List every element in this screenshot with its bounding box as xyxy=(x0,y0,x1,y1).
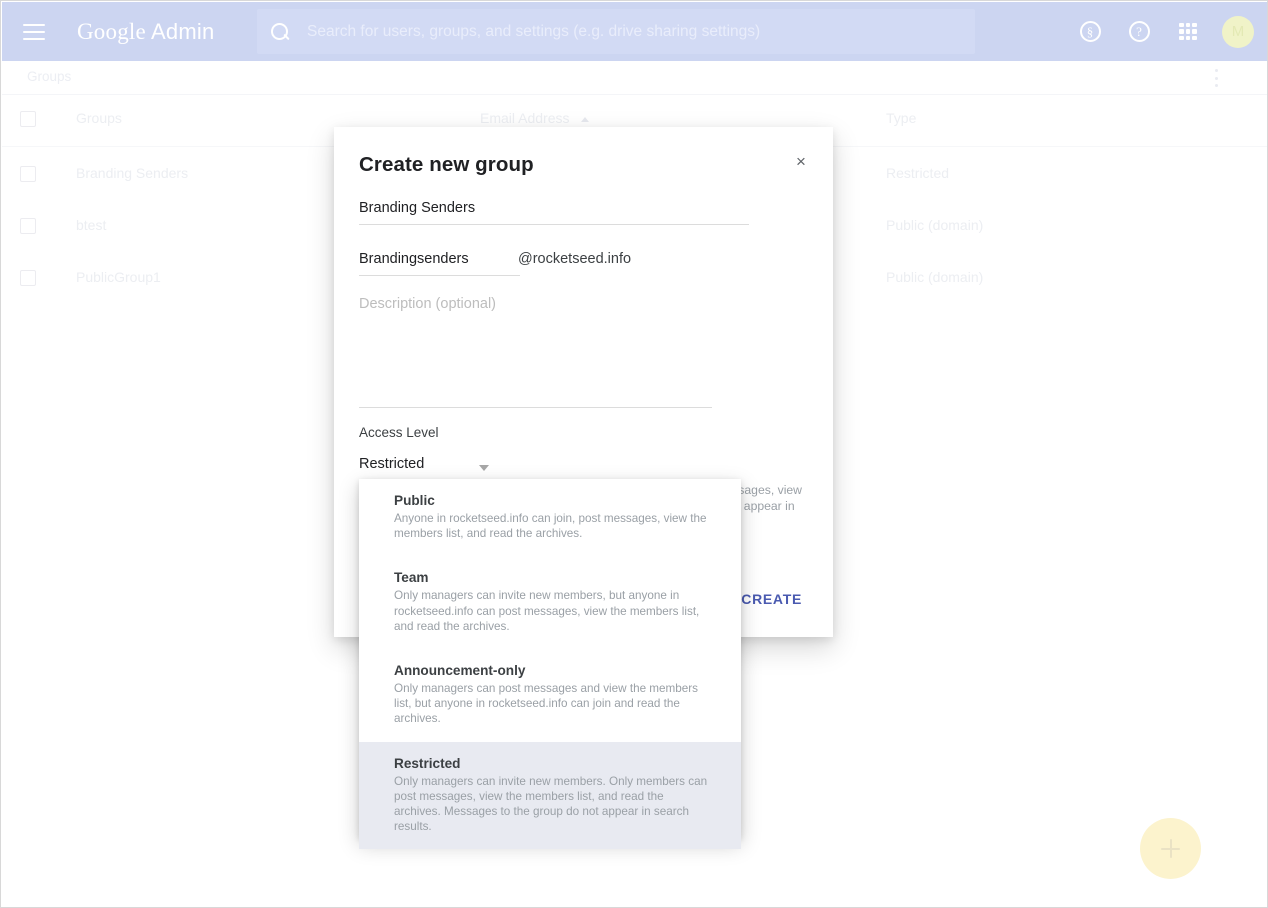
dropdown-option-restricted[interactable]: Restricted Only managers can invite new … xyxy=(359,741,741,850)
avatar[interactable]: M xyxy=(1222,15,1254,48)
group-name-value: Branding Senders xyxy=(359,200,476,216)
group-name-field[interactable]: Branding Senders xyxy=(359,196,749,225)
brand-admin-text: Admin xyxy=(151,18,215,44)
kebab-menu-icon[interactable] xyxy=(1208,69,1224,87)
access-level-select[interactable]: Restricted xyxy=(359,454,503,481)
help-glyph: ? xyxy=(1128,21,1150,42)
dropdown-option-public[interactable]: Public Anyone in rocketseed.info can joi… xyxy=(359,479,741,556)
option-description: Only managers can invite new members, bu… xyxy=(394,589,700,633)
breadcrumb-bar: Groups xyxy=(2,61,1267,95)
row-checkbox[interactable] xyxy=(20,166,36,182)
brand-title: Google Admin xyxy=(77,19,214,45)
search-icon xyxy=(270,22,290,42)
row-group-name: btest xyxy=(76,217,107,233)
dropdown-option-announcement-only[interactable]: Announcement-only Only managers can post… xyxy=(359,649,741,742)
row-group-type: Public (domain) xyxy=(886,217,984,233)
option-title: Announcement-only xyxy=(394,663,526,679)
top-app-bar: Google Admin Search for users, groups, a… xyxy=(2,2,1267,61)
group-email-value: Brandingsenders xyxy=(359,251,469,267)
select-all-checkbox[interactable] xyxy=(20,111,36,127)
create-button[interactable]: CREATE xyxy=(732,583,811,615)
apps-grid-icon[interactable] xyxy=(1166,10,1210,54)
group-email-field[interactable]: Brandingsenders xyxy=(359,247,520,276)
access-level-value: Restricted xyxy=(359,456,425,472)
description-field[interactable]: Description (optional) xyxy=(359,292,712,408)
option-title: Team xyxy=(394,570,429,586)
row-group-name: Branding Senders xyxy=(76,165,189,181)
row-group-type: Restricted xyxy=(886,165,950,181)
sort-ascending-icon xyxy=(581,116,590,122)
apps-grid-glyph xyxy=(1179,22,1197,41)
access-level-label: Access Level xyxy=(359,425,439,440)
help-question-icon[interactable]: ? xyxy=(1117,10,1161,54)
column-header-groups[interactable]: Groups xyxy=(76,110,122,126)
search-placeholder: Search for users, groups, and settings (… xyxy=(307,22,761,40)
brand-google-text: Google xyxy=(77,18,146,44)
dialog-title: Create new group xyxy=(359,153,534,176)
app-window: Google Admin Search for users, groups, a… xyxy=(0,0,1268,908)
alerts-glyph: § xyxy=(1079,21,1101,42)
option-description: Only managers can post messages and view… xyxy=(394,682,699,726)
option-title: Restricted xyxy=(394,755,461,771)
access-level-dropdown: Public Anyone in rocketseed.info can joi… xyxy=(359,479,741,850)
row-group-type: Public (domain) xyxy=(886,269,984,285)
breadcrumb[interactable]: Groups xyxy=(27,69,71,84)
hamburger-icon[interactable] xyxy=(23,23,45,40)
create-group-fab[interactable] xyxy=(1140,818,1201,879)
option-description: Only managers can invite new members. On… xyxy=(394,774,708,834)
alerts-bell-icon[interactable]: § xyxy=(1068,10,1112,54)
chevron-down-icon xyxy=(479,465,489,471)
topbar-actions: § ? M xyxy=(1068,2,1254,61)
column-header-email-label: Email Address xyxy=(480,110,570,126)
dropdown-option-team[interactable]: Team Only managers can invite new member… xyxy=(359,556,741,649)
row-group-name: PublicGroup1 xyxy=(76,269,161,285)
email-domain-suffix: @rocketseed.info xyxy=(518,251,632,267)
row-checkbox[interactable] xyxy=(20,218,36,234)
row-checkbox[interactable] xyxy=(20,270,36,286)
column-header-type[interactable]: Type xyxy=(886,110,916,126)
close-x-icon[interactable]: × xyxy=(787,147,815,175)
option-title: Public xyxy=(394,493,435,508)
column-header-email[interactable]: Email Address xyxy=(480,110,590,126)
description-placeholder: Description (optional) xyxy=(359,296,497,312)
plus-icon xyxy=(1161,839,1180,858)
search-input[interactable]: Search for users, groups, and settings (… xyxy=(257,9,975,54)
option-description: Anyone in rocketseed.info can join, post… xyxy=(394,512,707,541)
